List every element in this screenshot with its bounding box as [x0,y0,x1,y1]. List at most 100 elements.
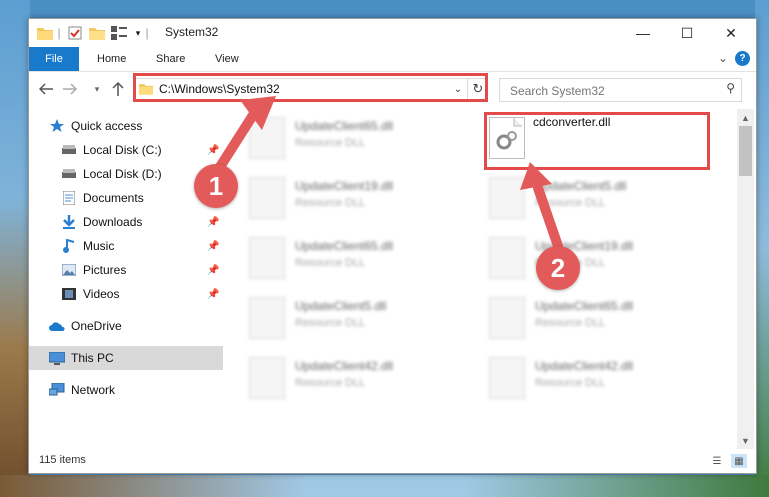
pin-icon[interactable]: 📌 [207,145,219,156]
list-item[interactable]: UpdateClient19.dll Resource DLL [489,233,719,283]
scroll-up-chevron-icon[interactable]: ▲ [737,109,754,126]
title-bar: | ▾ | System32 — ☐ ✕ [29,19,756,47]
file-type: Resource DLL [295,257,366,269]
search-box[interactable]: ⚲ [499,78,742,102]
file-type: Resource DLL [295,377,366,389]
list-item[interactable]: UpdateClient42.dll Resource DLL [489,353,719,403]
sidebar-item-label: Downloads [83,215,143,229]
desktop-background-bottom [0,475,769,497]
dll-file-highlight [484,112,710,170]
sidebar-item-local-disk-c[interactable]: Local Disk (C:) 📌 [29,138,253,162]
dll-file-icon [489,297,525,339]
sidebar-item-pictures[interactable]: Pictures 📌 [29,258,253,282]
cloud-icon [49,318,65,334]
sidebar-item-music[interactable]: Music 📌 [29,234,253,258]
videos-icon [61,286,77,302]
help-icon[interactable]: ? [735,51,750,66]
file-name: UpdateClient19.dll [295,179,394,193]
file-name: UpdateClient5.dll [535,179,627,193]
tab-share[interactable]: Share [156,47,185,71]
dll-file-icon [249,177,285,219]
navigation-pane: Quick access Local Disk (C:) 📌 Local Dis… [29,109,241,449]
sidebar-item-label: Pictures [83,263,127,277]
tab-view[interactable]: View [215,47,239,71]
sidebar-item-label: Videos [83,287,120,301]
list-item[interactable]: UpdateClient65.dll Resource DLL [489,293,719,343]
step-2-badge: 2 [536,246,580,290]
list-item[interactable]: UpdateClient5.dll Resource DLL [249,293,479,343]
back-arrow-icon[interactable] [37,80,55,98]
sidebar-item-label: Network [71,383,116,397]
list-item[interactable]: UpdateClient19.dll Resource DLL [249,173,479,223]
pin-icon[interactable]: 📌 [207,289,219,300]
file-type: Resource DLL [535,197,606,209]
sidebar-item-quick-access[interactable]: Quick access [29,114,241,138]
pc-icon [49,350,65,366]
file-name: UpdateClient42.dll [295,359,394,373]
drive-icon [61,142,77,158]
properties-icon[interactable] [65,23,85,43]
list-item[interactable]: UpdateClient65.dll Resource DLL [249,113,479,163]
list-item[interactable]: UpdateClient5.dll Resource DLL [489,173,719,223]
dll-file-icon [249,237,285,279]
tab-file[interactable]: File [29,47,79,71]
sidebar-item-this-pc[interactable]: This PC [29,346,241,370]
file-type: Resource DLL [295,197,366,209]
star-icon [49,118,65,134]
item-count: 115 items [39,454,86,466]
details-view-icon[interactable]: ☰ [709,454,725,468]
music-icon [61,238,77,254]
sidebar-item-network[interactable]: Network [29,378,241,402]
pin-icon[interactable]: 📌 [207,241,219,252]
large-icons-view-icon[interactable]: ▦ [731,454,747,468]
dll-file-icon [489,177,525,219]
separator: | [145,26,149,40]
pin-icon[interactable]: 📌 [207,265,219,276]
status-bar: 115 items ☰ ▦ [29,449,756,473]
minimize-button[interactable]: — [621,19,665,47]
folder-icon[interactable] [35,23,55,43]
tab-home[interactable]: Home [97,47,126,71]
customize-toolbar-chevron-icon[interactable]: ▾ [131,23,145,43]
download-icon [61,214,77,230]
file-name: UpdateClient65.dll [535,299,634,313]
dll-file-icon [249,117,285,159]
step-1-badge: 1 [194,164,238,208]
desktop-background-right [755,0,769,497]
close-button[interactable]: ✕ [709,19,753,47]
dll-file-icon [489,357,525,399]
dll-file-icon [249,297,285,339]
window-title: System32 [165,25,219,39]
sidebar-item-videos[interactable]: Videos 📌 [29,282,253,306]
list-item[interactable]: UpdateClient42.dll Resource DLL [249,353,479,403]
expand-ribbon-chevron-icon[interactable]: ⌄ [718,51,728,65]
documents-icon [61,190,77,206]
search-icon[interactable]: ⚲ [726,81,735,95]
sidebar-item-label: OneDrive [71,319,122,333]
new-folder-icon[interactable] [87,23,107,43]
sidebar-item-onedrive[interactable]: OneDrive [29,314,241,338]
ribbon-tabs: File Home Share View ⌄ ? [29,47,756,72]
drive-icon [61,166,77,182]
recent-locations-chevron-icon[interactable]: ▾ [91,80,103,98]
pin-icon[interactable]: 📌 [207,217,219,228]
scroll-down-chevron-icon[interactable]: ▼ [737,432,754,449]
maximize-button[interactable]: ☐ [665,19,709,47]
search-input[interactable] [508,81,712,101]
network-icon [49,382,65,398]
sidebar-item-label: Local Disk (D:) [83,167,162,181]
view-options-icon[interactable] [109,23,129,43]
sidebar-item-downloads[interactable]: Downloads 📌 [29,210,253,234]
file-type: Resource DLL [295,317,366,329]
vertical-scrollbar[interactable]: ▲ ▼ [737,109,754,449]
sidebar-item-label: Music [83,239,115,253]
file-name: UpdateClient42.dll [535,359,634,373]
scrollbar-thumb[interactable] [739,126,752,176]
up-arrow-icon[interactable] [109,80,127,98]
pictures-icon [61,262,77,278]
sidebar-item-label: This PC [71,351,114,365]
desktop-background-left [0,0,30,497]
forward-arrow-icon[interactable] [61,80,79,98]
sidebar-item-label: Local Disk (C:) [83,143,162,157]
list-item[interactable]: UpdateClient65.dll Resource DLL [249,233,479,283]
